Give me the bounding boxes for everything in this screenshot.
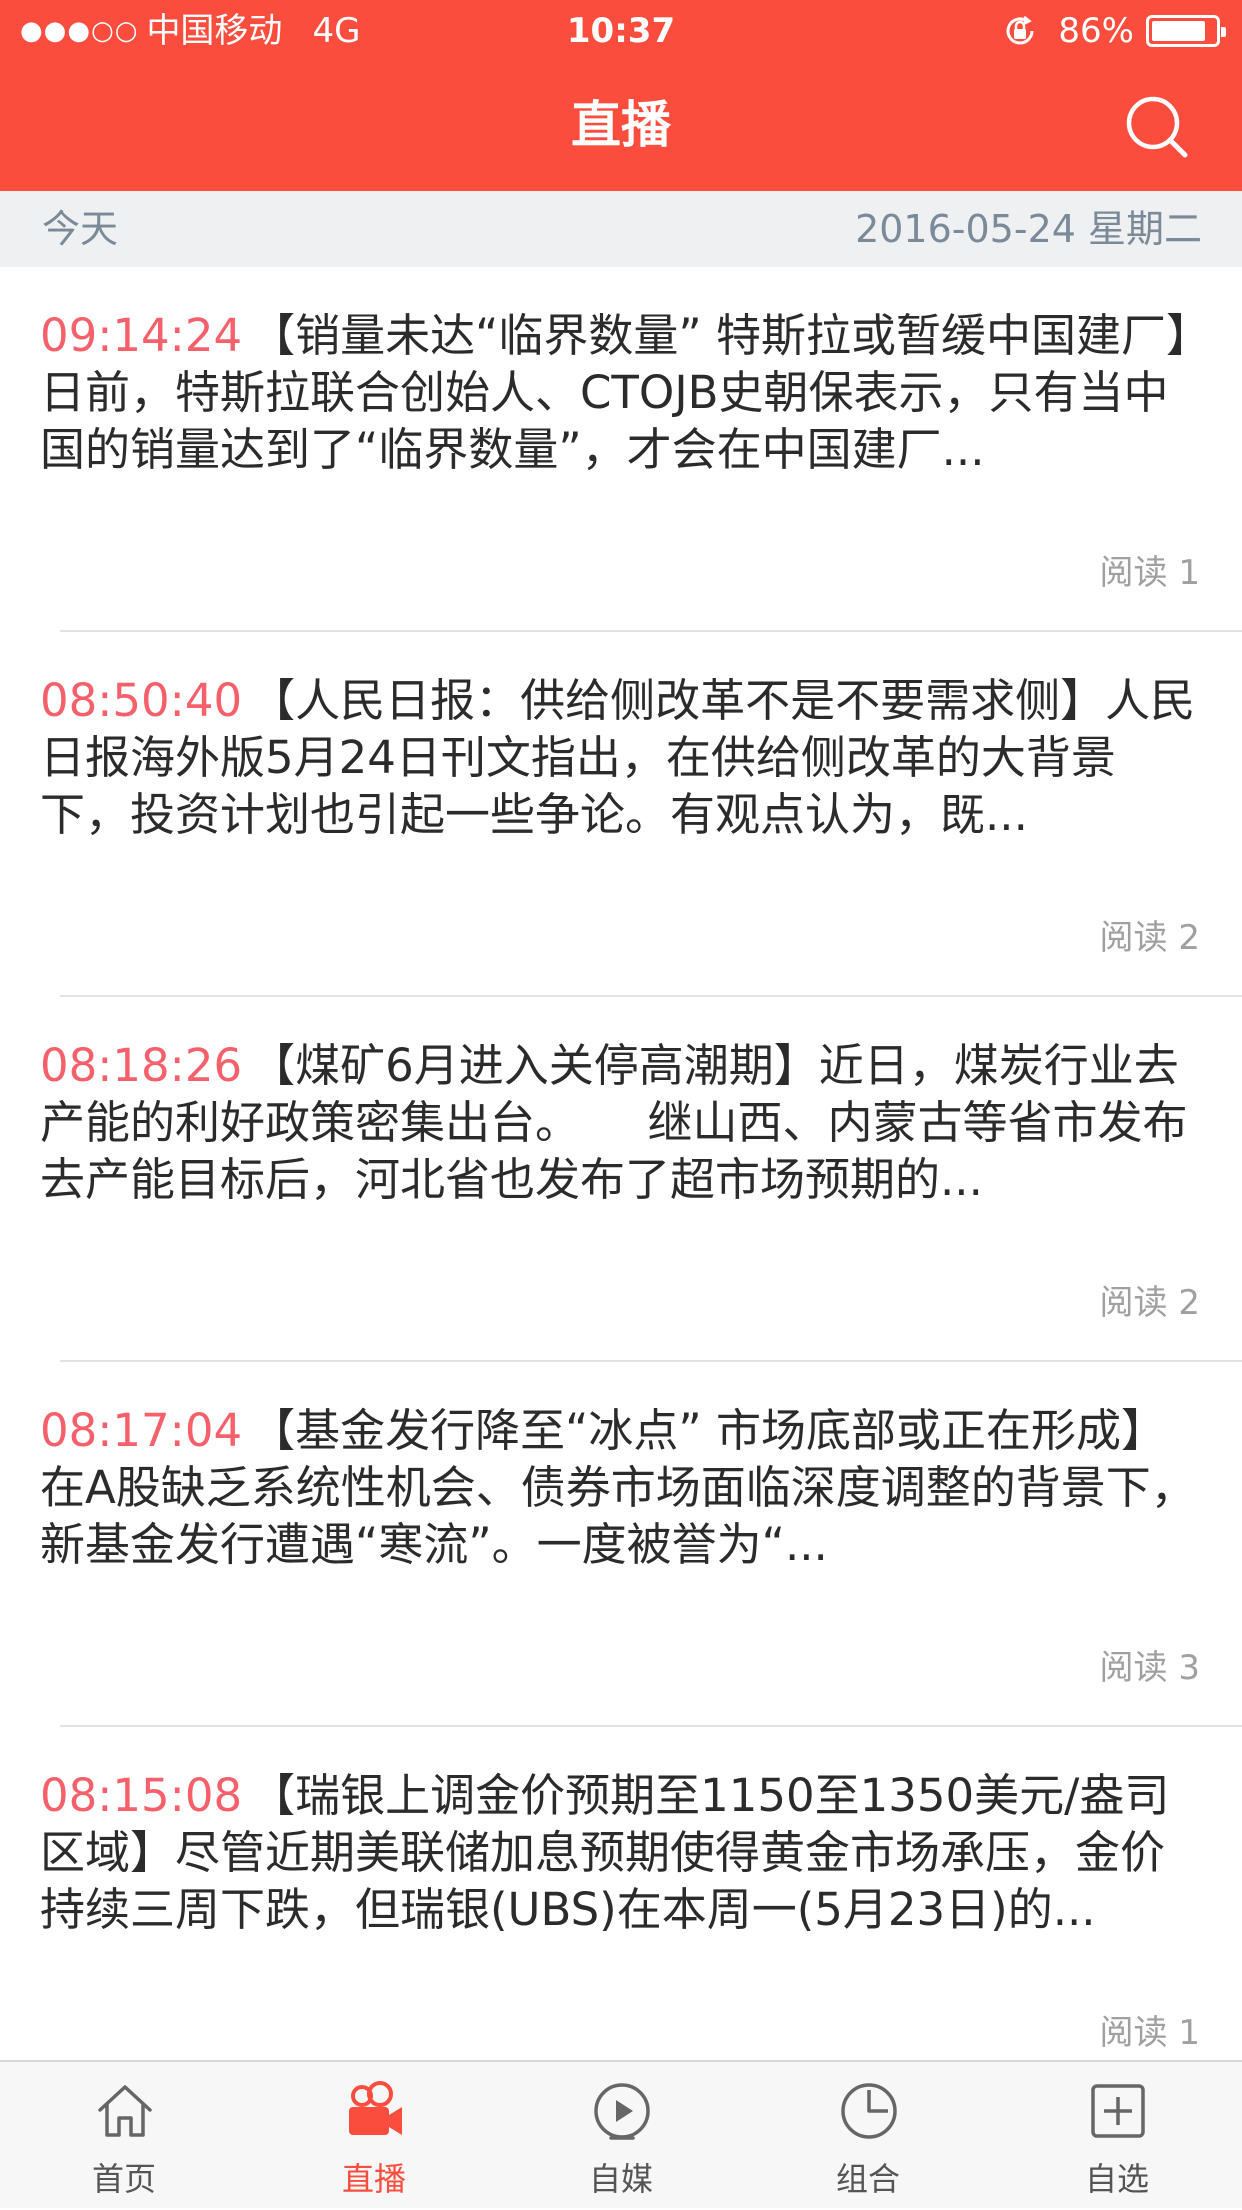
search-icon[interactable]: [1122, 92, 1192, 162]
orientation-lock-icon: [1006, 15, 1034, 45]
live-feed[interactable]: 09:14:24 【销量未达“临界数量” 特斯拉或暂缓中国建厂】日前，特斯拉联合创…: [0, 267, 1242, 2059]
feed-item-time: 08:50:40: [40, 674, 243, 727]
feed-item-time: 09:14:24: [40, 309, 243, 362]
battery-icon: [1146, 15, 1226, 47]
feed-item-text: 08:18:26 【煤矿6月进入关停高潮期】近日，煤炭行业去产能的利好政策密集出台…: [40, 1037, 1205, 1208]
battery-level: [1152, 21, 1205, 41]
app-header: ●●●○○ 中国移动 4G 10:37 86% 直播: [0, 0, 1242, 191]
play-circle-icon: [594, 2083, 650, 2140]
feed-item-text: 08:17:04 【基金发行降至“冰点” 市场底部或正在形成】 在A股缺乏系统性机…: [40, 1402, 1205, 1573]
feed-item[interactable]: 09:14:24 【销量未达“临界数量” 特斯拉或暂缓中国建厂】日前，特斯拉联合创…: [0, 267, 1242, 632]
tab-portfolio[interactable]: 组合: [768, 2062, 968, 2210]
tab-label: 自媒: [588, 2160, 653, 2198]
feed-item-text: 08:15:08 【瑞银上调金价预期至1150至1350美元/盎司区域】尽管近期美…: [40, 1767, 1205, 1938]
feed-item-time: 08:17:04: [40, 1404, 243, 1457]
home-icon: [98, 2085, 152, 2137]
tab-home[interactable]: 首页: [24, 2062, 224, 2210]
add-square-icon: [1091, 2084, 1145, 2138]
feed-item-text: 09:14:24 【销量未达“临界数量” 特斯拉或暂缓中国建厂】日前，特斯拉联合创…: [40, 307, 1205, 478]
tab-media[interactable]: 自媒: [521, 2062, 721, 2210]
tab-label: 组合: [835, 2160, 900, 2198]
tab-watchlist[interactable]: 自选: [1017, 2062, 1217, 2210]
read-count: 阅读 2: [1099, 1283, 1200, 1323]
date-bar: 今天 2016-05-24 星期二: [0, 191, 1242, 267]
feed-item[interactable]: 08:17:04 【基金发行降至“冰点” 市场底部或正在形成】 在A股缺乏系统性机…: [0, 1362, 1242, 1727]
feed-item[interactable]: 08:18:26 【煤矿6月进入关停高潮期】近日，煤炭行业去产能的利好政策密集出台…: [0, 997, 1242, 1362]
battery-percent: 86%: [1058, 11, 1134, 51]
tab-live[interactable]: 直播: [274, 2062, 474, 2210]
read-count: 阅读 1: [1099, 553, 1200, 593]
read-count: 阅读 3: [1099, 1648, 1200, 1688]
tab-label: 首页: [91, 2160, 156, 2198]
feed-item[interactable]: 08:50:40 【人民日报：供给侧改革不是不要需求侧】人民日报海外版5月24日刊…: [0, 632, 1242, 997]
pie-chart-icon: [841, 2083, 897, 2139]
read-count: 阅读 1: [1099, 2013, 1200, 2053]
page-title: 直播: [571, 96, 671, 154]
video-camera-icon: [349, 2081, 402, 2135]
tab-label: 自选: [1084, 2160, 1149, 2198]
tab-label: 直播: [341, 2160, 406, 2198]
feed-item-time: 08:18:26: [40, 1039, 243, 1092]
status-bar: ●●●○○ 中国移动 4G 10:37 86%: [0, 0, 1242, 62]
read-count: 阅读 2: [1099, 918, 1200, 958]
feed-item-time: 08:15:08: [40, 1769, 243, 1822]
tab-bar: 首页 直播 自媒 组合 自选: [0, 2060, 1242, 2208]
feed-item-text: 08:50:40 【人民日报：供给侧改革不是不要需求侧】人民日报海外版5月24日刊…: [40, 672, 1205, 843]
today-label: 今天: [42, 207, 119, 251]
feed-item[interactable]: 08:15:08 【瑞银上调金价预期至1150至1350美元/盎司区域】尽管近期美…: [0, 1727, 1242, 2059]
date-label: 2016-05-24 星期二: [855, 207, 1202, 251]
